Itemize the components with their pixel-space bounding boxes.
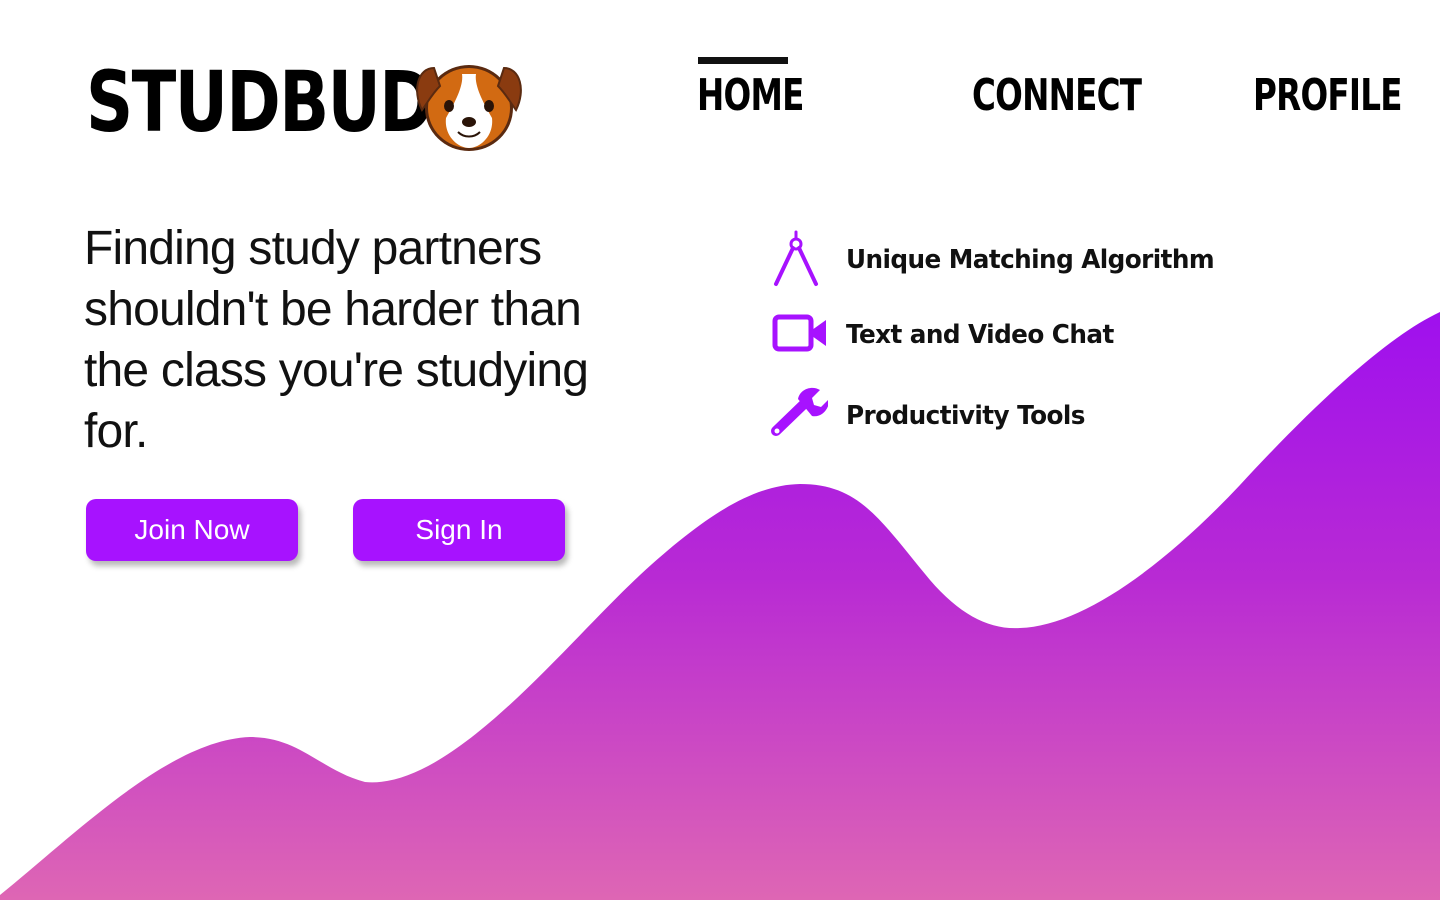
compass-icon — [774, 230, 818, 286]
dog-face-icon — [416, 65, 522, 151]
wrench-icon — [771, 387, 828, 436]
nav-item-home[interactable]: HOME — [697, 68, 804, 124]
join-now-button[interactable]: Join Now — [86, 499, 298, 561]
hero-tagline: Finding study partners shouldn't be hard… — [84, 222, 589, 458]
nav-active-indicator — [698, 57, 788, 64]
brand-logo-text[interactable]: STUDBUD — [86, 52, 434, 152]
feature-label: Productivity Tools — [846, 401, 1085, 431]
nav-item-profile[interactable]: PROFILE — [1253, 68, 1403, 124]
sign-in-button[interactable]: Sign In — [353, 499, 565, 561]
feature-label: Unique Matching Algorithm — [846, 245, 1215, 275]
feature-label: Text and Video Chat — [846, 320, 1114, 350]
nav-item-connect[interactable]: CONNECT — [972, 68, 1142, 124]
video-camera-icon — [772, 314, 826, 352]
